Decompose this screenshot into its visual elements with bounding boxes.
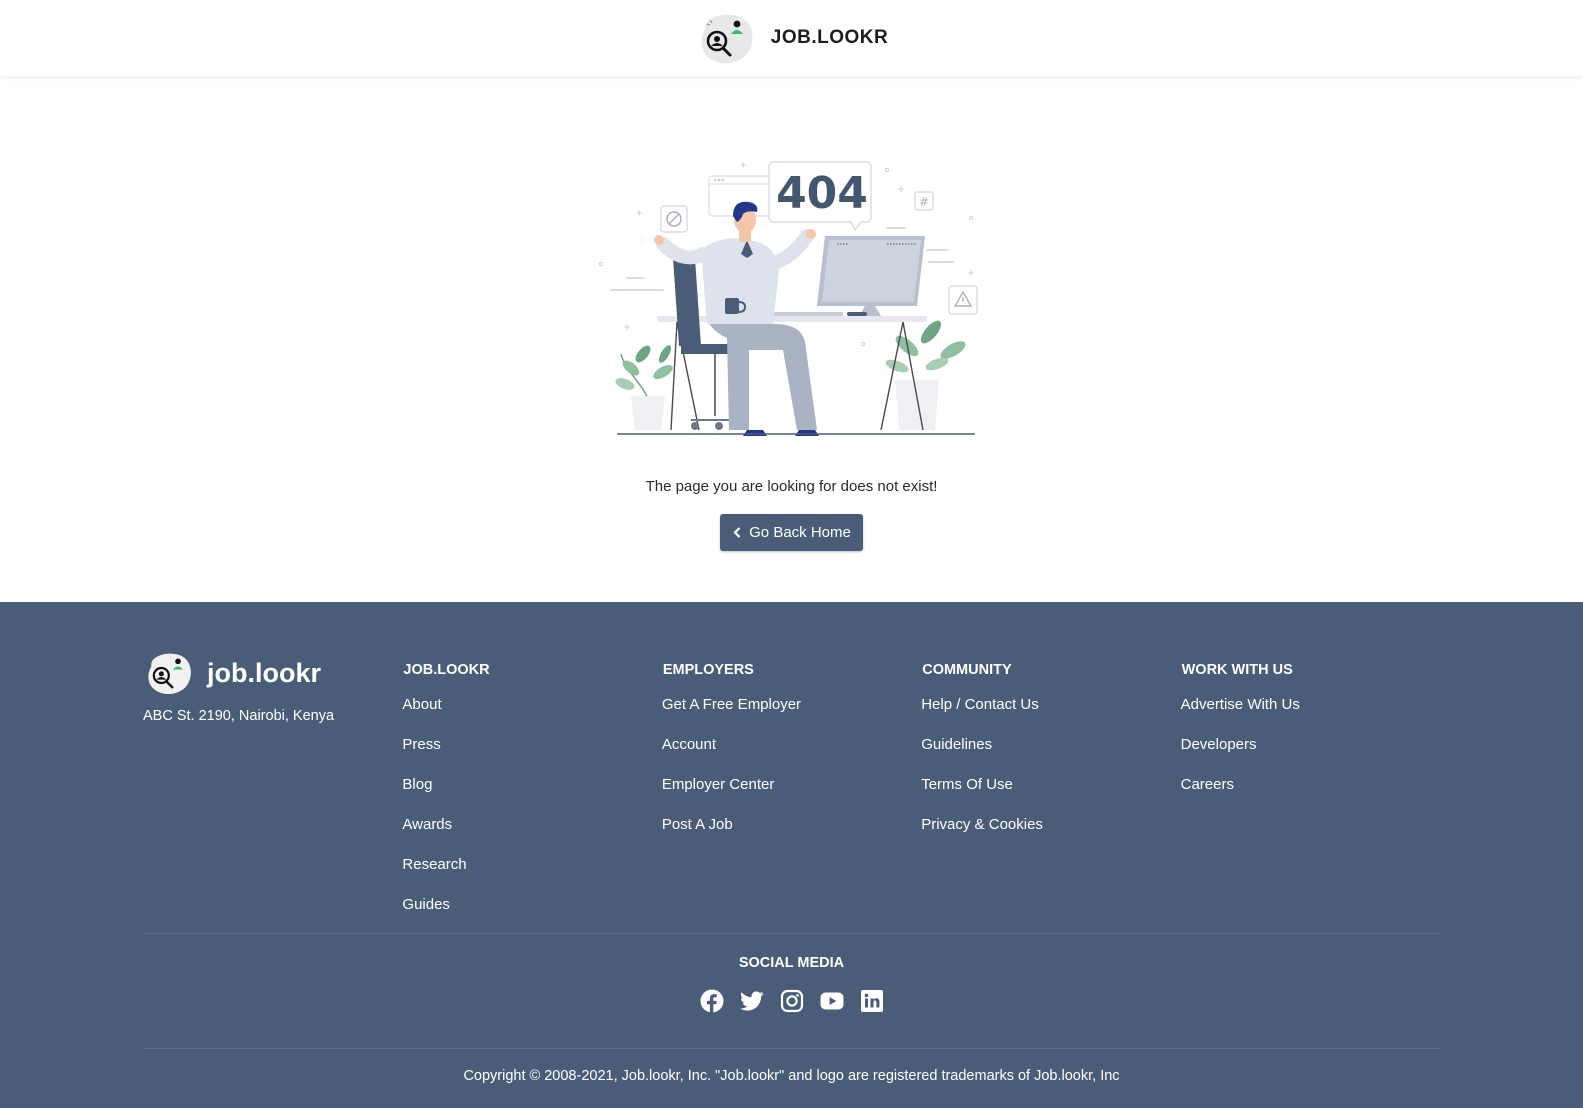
footer-brand: job.lookr ABC St. 2190, Nairobi, Kenya [143, 650, 402, 933]
footer-brand-name[interactable]: job.lookr [207, 658, 321, 689]
linkedin-icon[interactable] [860, 989, 884, 1013]
go-back-home-button[interactable]: Go Back Home [720, 514, 863, 551]
main-content: # + + + + + 404 The page you are looking… [0, 76, 1583, 602]
svg-text:+: + [635, 208, 643, 219]
footer-link-employer-center[interactable]: Employer Center [662, 776, 775, 793]
footer-column-title: JOB.LOOKR [403, 662, 490, 678]
footer-column-title: WORK WITH US [1181, 662, 1293, 678]
footer-link-post-job[interactable]: Post A Job [662, 816, 733, 833]
go-back-home-label: Go Back Home [749, 524, 851, 541]
svg-text:+: + [967, 268, 975, 279]
footer-link-guidelines[interactable]: Guidelines [921, 736, 992, 753]
facebook-icon[interactable] [700, 989, 724, 1013]
svg-text:#: # [918, 195, 928, 209]
footer-link-blog[interactable]: Blog [402, 776, 432, 793]
site-footer: job.lookr ABC St. 2190, Nairobi, Kenya J… [0, 602, 1583, 1108]
svg-text:+: + [623, 322, 631, 333]
footer-link-press[interactable]: Press [402, 736, 440, 753]
footer-link-developers[interactable]: Developers [1181, 736, 1257, 753]
header-brand-title[interactable]: JOB.LOOKR [771, 27, 888, 49]
footer-link-privacy[interactable]: Privacy & Cookies [921, 816, 1043, 833]
copyright-text: Copyright © 2008-2021, Job.lookr, Inc. "… [463, 1068, 1120, 1084]
svg-text:+: + [897, 184, 905, 195]
chevron-left-icon [733, 527, 741, 538]
footer-link-terms[interactable]: Terms Of Use [921, 776, 1013, 793]
footer-link-account[interactable]: Account [662, 736, 716, 753]
twitter-icon[interactable] [739, 989, 764, 1013]
404-text: 404 [776, 168, 868, 219]
footer-link-about[interactable]: About [402, 696, 441, 713]
footer-column-joblookr: JOB.LOOKR About Press Blog Awards Resear… [402, 650, 661, 933]
footer-address: ABC St. 2190, Nairobi, Kenya [143, 708, 335, 724]
social-media-section: SOCIAL MEDIA [143, 934, 1440, 1048]
youtube-icon[interactable] [820, 989, 844, 1013]
footer-link-advertise[interactable]: Advertise With Us [1181, 696, 1300, 713]
footer-link-guides[interactable]: Guides [402, 896, 450, 913]
instagram-icon[interactable] [780, 989, 804, 1013]
footer-link-help-contact[interactable]: Help / Contact Us [921, 696, 1039, 713]
footer-column-employers: EMPLOYERS Get A Free Employer Account Em… [662, 650, 921, 933]
top-header: JOB.LOOKR [0, 0, 1583, 76]
logo-icon[interactable] [695, 12, 755, 64]
footer-logo-icon[interactable] [143, 650, 193, 696]
footer-link-careers[interactable]: Careers [1181, 776, 1234, 793]
footer-link-research[interactable]: Research [402, 856, 466, 873]
footer-column-title: EMPLOYERS [662, 662, 754, 678]
footer-column-work-with-us: WORK WITH US Advertise With Us Developer… [1181, 650, 1440, 933]
footer-column-community: COMMUNITY Help / Contact Us Guidelines T… [921, 650, 1180, 933]
footer-link-awards[interactable]: Awards [402, 816, 452, 833]
404-illustration: # + + + + + 404 [598, 160, 978, 436]
footer-link-free-employer[interactable]: Get A Free Employer [662, 696, 801, 713]
footer-column-title: COMMUNITY [922, 662, 1012, 678]
not-found-message: The page you are looking for does not ex… [645, 478, 938, 495]
svg-text:+: + [739, 160, 747, 171]
social-media-title: SOCIAL MEDIA [738, 955, 845, 971]
